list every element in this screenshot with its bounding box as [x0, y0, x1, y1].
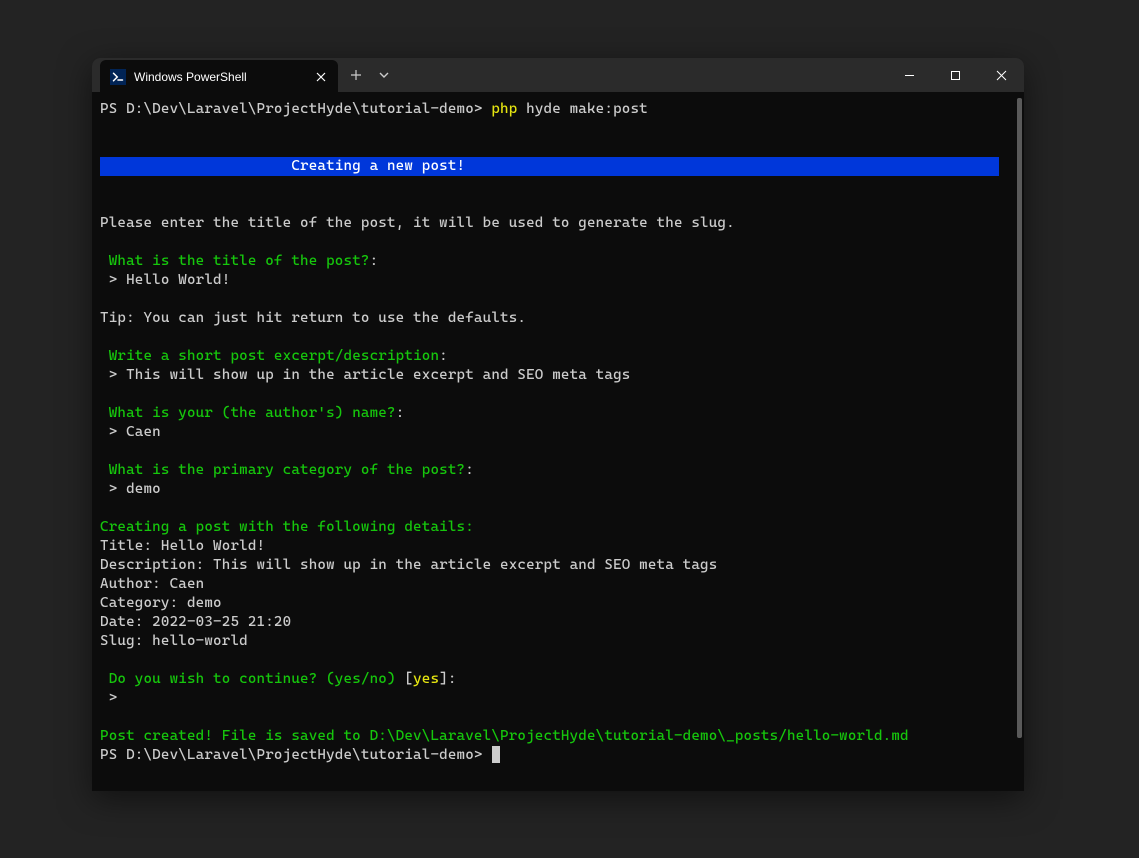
- summary-category: Category: demo: [100, 595, 222, 611]
- prompt-line: PS D:\Dev\Laravel\ProjectHyde\tutorial-d…: [100, 101, 491, 117]
- tab-title: Windows PowerShell: [134, 70, 314, 84]
- active-tab[interactable]: Windows PowerShell: [100, 60, 338, 94]
- scrollbar[interactable]: [1017, 98, 1022, 738]
- terminal-content: PS D:\Dev\Laravel\ProjectHyde\tutorial-d…: [100, 100, 1016, 765]
- answer-1: > Hello World!: [100, 272, 230, 288]
- command-php: php: [491, 101, 517, 117]
- intro-text: Please enter the title of the post, it w…: [100, 215, 735, 231]
- summary-slug: Slug: hello-world: [100, 633, 248, 649]
- question-1: What is the title of the post?: [109, 253, 370, 269]
- window-controls: [886, 58, 1024, 92]
- summary-title: Title: Hello World!: [100, 538, 265, 554]
- summary-desc: Description: This will show up in the ar…: [100, 557, 717, 573]
- question-3: What is your (the author's) name?: [109, 405, 396, 421]
- powershell-icon: [110, 69, 126, 85]
- confirm-question: Do you wish to continue? (yes/no): [109, 671, 396, 687]
- answer-2: > This will show up in the article excer…: [100, 367, 630, 383]
- tip-text: Tip: You can just hit return to use the …: [100, 310, 526, 326]
- question-4: What is the primary category of the post…: [109, 462, 466, 478]
- tab-actions: [338, 58, 390, 92]
- prompt-line-2: PS D:\Dev\Laravel\ProjectHyde\tutorial-d…: [100, 747, 491, 763]
- answer-3: > Caen: [100, 424, 161, 440]
- confirm-default: yes: [413, 671, 439, 687]
- answer-4: > demo: [100, 481, 161, 497]
- terminal-window: Windows PowerShell PS: [92, 58, 1024, 791]
- new-tab-icon[interactable]: [350, 69, 362, 81]
- tab-dropdown-icon[interactable]: [378, 69, 390, 81]
- terminal-body[interactable]: PS D:\Dev\Laravel\ProjectHyde\tutorial-d…: [92, 92, 1024, 791]
- minimize-button[interactable]: [886, 58, 932, 92]
- command-args: hyde make:post: [517, 101, 647, 117]
- banner: Creating a new post!: [100, 157, 999, 176]
- tab-close-icon[interactable]: [314, 70, 328, 84]
- maximize-button[interactable]: [932, 58, 978, 92]
- success-message: Post created! File is saved to D:\Dev\La…: [100, 728, 909, 744]
- summary-header: Creating a post with the following detai…: [100, 519, 474, 535]
- titlebar: Windows PowerShell: [92, 58, 1024, 92]
- confirm-answer: >: [100, 690, 117, 706]
- cursor: [492, 746, 500, 763]
- summary-date: Date: 2022-03-25 21:20: [100, 614, 291, 630]
- summary-author: Author: Caen: [100, 576, 204, 592]
- close-button[interactable]: [978, 58, 1024, 92]
- question-2: Write a short post excerpt/description: [109, 348, 439, 364]
